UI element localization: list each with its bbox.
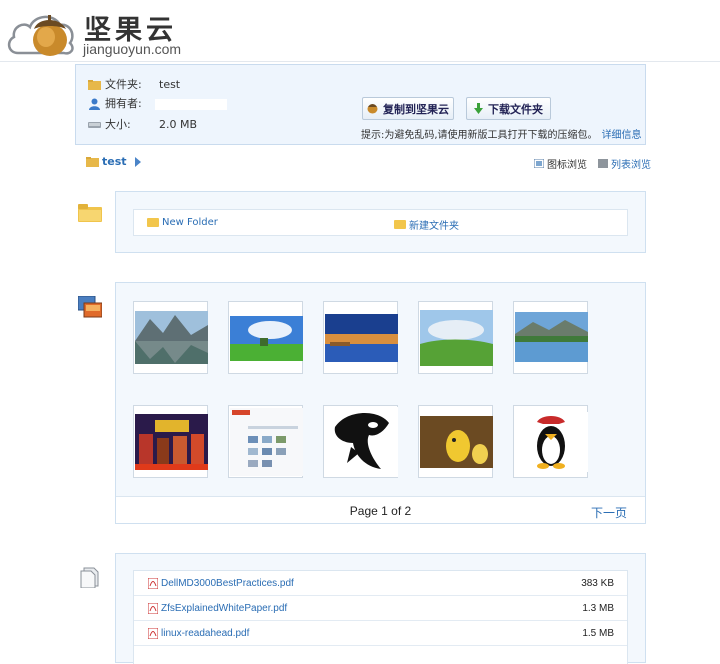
file-size: 383 KB bbox=[581, 577, 614, 589]
folders-section-icon bbox=[78, 204, 102, 222]
game-poster-image bbox=[135, 414, 208, 470]
encoding-tip: 提示:为避免乱码,请使用新版工具打开下载的压缩包。 详细信息 bbox=[361, 126, 642, 141]
cartoon-image bbox=[420, 416, 493, 468]
size-label: 大小: bbox=[105, 118, 131, 131]
folder-name: 新建文件夹 bbox=[409, 221, 459, 232]
file-name[interactable]: ZfsExplainedWhitePaper.pdf bbox=[161, 603, 287, 614]
nut-cloud-logo-icon[interactable] bbox=[6, 7, 76, 59]
folder-item[interactable]: 新建文件夹 bbox=[394, 217, 459, 232]
details-link[interactable]: 详细信息 bbox=[602, 130, 642, 141]
folder-row: 文件夹: test bbox=[88, 77, 180, 93]
tip-text: 提示:为避免乱码,请使用新版工具打开下载的压缩包。 bbox=[361, 130, 598, 141]
pdf-icon bbox=[148, 577, 158, 589]
user-icon bbox=[89, 98, 100, 110]
file-row[interactable]: ZfsExplainedWhitePaper.pdf 1.3 MB bbox=[134, 596, 627, 621]
image-thumbnail[interactable] bbox=[228, 405, 303, 478]
image-thumbnail[interactable] bbox=[323, 301, 398, 374]
owner-value bbox=[155, 98, 227, 110]
icon-view-option[interactable]: 图标浏览 bbox=[534, 156, 587, 171]
beach-image bbox=[325, 314, 398, 362]
download-arrow-icon bbox=[474, 103, 483, 114]
size-row: 大小: 2.0 MB bbox=[88, 117, 197, 133]
image-thumbnail[interactable] bbox=[133, 301, 208, 374]
image-thumbnail[interactable] bbox=[513, 405, 588, 478]
webpage-screenshot-image bbox=[230, 408, 303, 476]
grid-view-icon bbox=[534, 159, 544, 168]
download-folder-button[interactable]: 下载文件夹 bbox=[466, 97, 551, 120]
list-view-icon bbox=[598, 159, 608, 168]
folder-icon bbox=[147, 218, 159, 227]
size-value: 2.0 MB bbox=[159, 118, 198, 131]
pagination-bar: Page 1 of 2 下一页 bbox=[116, 496, 645, 523]
site-header: 坚果云 jianguoyun.com bbox=[0, 0, 720, 62]
orca-image bbox=[325, 407, 398, 477]
folder-value: test bbox=[159, 78, 181, 91]
chevron-right-icon[interactable] bbox=[134, 156, 141, 167]
folder-list: New Folder 新建文件夹 bbox=[133, 209, 628, 236]
images-section-icon bbox=[78, 296, 102, 318]
file-name[interactable]: DellMD3000BestPractices.pdf bbox=[161, 578, 294, 589]
page-indicator: Page 1 of 2 bbox=[349, 504, 412, 518]
file-row[interactable]: linux-readahead.pdf 1.5 MB bbox=[134, 621, 627, 646]
image-thumbnail[interactable] bbox=[513, 301, 588, 374]
file-list: DellMD3000BestPractices.pdf 383 KB ZfsEx… bbox=[133, 570, 628, 664]
view-options: 图标浏览 列表浏览 bbox=[534, 156, 662, 171]
file-name[interactable]: linux-readahead.pdf bbox=[161, 628, 249, 639]
lake-reflection-image bbox=[515, 312, 588, 362]
image-thumbnail[interactable] bbox=[133, 405, 208, 478]
owner-label: 拥有者: bbox=[105, 97, 142, 110]
pdf-icon bbox=[148, 602, 158, 614]
images-panel: Page 1 of 2 下一页 bbox=[115, 282, 646, 524]
folder-icon bbox=[86, 156, 99, 167]
disk-icon bbox=[88, 122, 101, 128]
image-thumbnail[interactable] bbox=[323, 405, 398, 478]
next-page-link[interactable]: 下一页 bbox=[591, 504, 627, 521]
folder-icon bbox=[394, 220, 406, 229]
documents-section-icon bbox=[80, 567, 99, 588]
share-info-panel: 文件夹: test 拥有者: 大小: 2.0 MB 复制到坚果云 下载文件夹 提… bbox=[75, 64, 646, 145]
folder-label: 文件夹: bbox=[105, 78, 142, 91]
mountain-lake-image bbox=[135, 311, 208, 364]
logo-domain: jianguoyun.com bbox=[83, 41, 182, 57]
file-size: 1.3 MB bbox=[582, 602, 614, 614]
copy-button-label: 复制到坚果云 bbox=[383, 102, 449, 116]
breadcrumb-folder[interactable]: test bbox=[102, 155, 127, 168]
meadow-image bbox=[230, 316, 303, 361]
image-thumbnail[interactable] bbox=[418, 301, 493, 374]
folders-panel: New Folder 新建文件夹 bbox=[115, 191, 646, 253]
copy-to-nutstore-button[interactable]: 复制到坚果云 bbox=[362, 97, 454, 120]
folder-name: New Folder bbox=[162, 217, 218, 228]
pdf-icon bbox=[148, 627, 158, 639]
nut-icon bbox=[367, 104, 378, 114]
folder-item[interactable]: New Folder bbox=[147, 217, 218, 228]
files-panel: DellMD3000BestPractices.pdf 383 KB ZfsEx… bbox=[115, 553, 646, 664]
tux-penguin-image bbox=[515, 412, 588, 472]
file-size: 1.5 MB bbox=[582, 627, 614, 639]
file-row[interactable]: DellMD3000BestPractices.pdf 383 KB bbox=[134, 571, 627, 596]
folder-icon bbox=[88, 80, 101, 90]
list-view-option[interactable]: 列表浏览 bbox=[598, 156, 651, 171]
hills-image bbox=[420, 310, 493, 366]
owner-row: 拥有者: bbox=[88, 96, 227, 112]
image-thumbnail[interactable] bbox=[418, 405, 493, 478]
download-button-label: 下载文件夹 bbox=[488, 102, 543, 116]
breadcrumb: test bbox=[86, 155, 141, 168]
list-view-label: 列表浏览 bbox=[611, 160, 651, 171]
icon-view-label: 图标浏览 bbox=[547, 160, 587, 171]
image-thumbnail[interactable] bbox=[228, 301, 303, 374]
